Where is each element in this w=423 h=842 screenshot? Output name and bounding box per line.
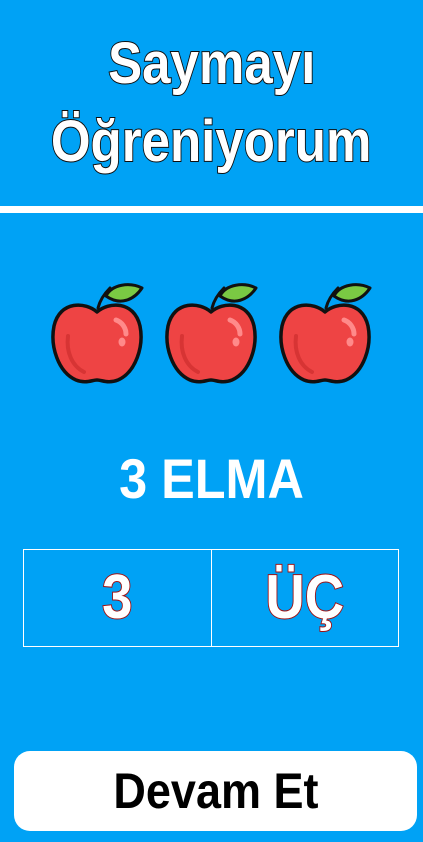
- apple-icon: [51, 283, 144, 384]
- continue-button-label: Devam Et: [112, 763, 319, 819]
- continue-button[interactable]: Devam Et: [14, 751, 417, 831]
- answer-word: ÜÇ: [264, 562, 345, 633]
- answer-table: 3 ÜÇ: [23, 549, 399, 647]
- apple-row: [0, 280, 423, 390]
- page-title-line-1: Saymayı: [107, 30, 316, 97]
- page-title-line-2: Öğreniyorum: [50, 108, 372, 175]
- answer-cell-digit[interactable]: 3: [24, 550, 211, 646]
- answer-cell-word[interactable]: ÜÇ: [210, 550, 399, 646]
- count-label: 3 ELMA: [119, 447, 304, 510]
- answer-digit: 3: [101, 562, 133, 633]
- apple-icon: [279, 283, 372, 384]
- header-divider: [0, 206, 423, 213]
- apple-icon: [165, 283, 258, 384]
- header: Saymayı Öğreniyorum: [0, 0, 423, 206]
